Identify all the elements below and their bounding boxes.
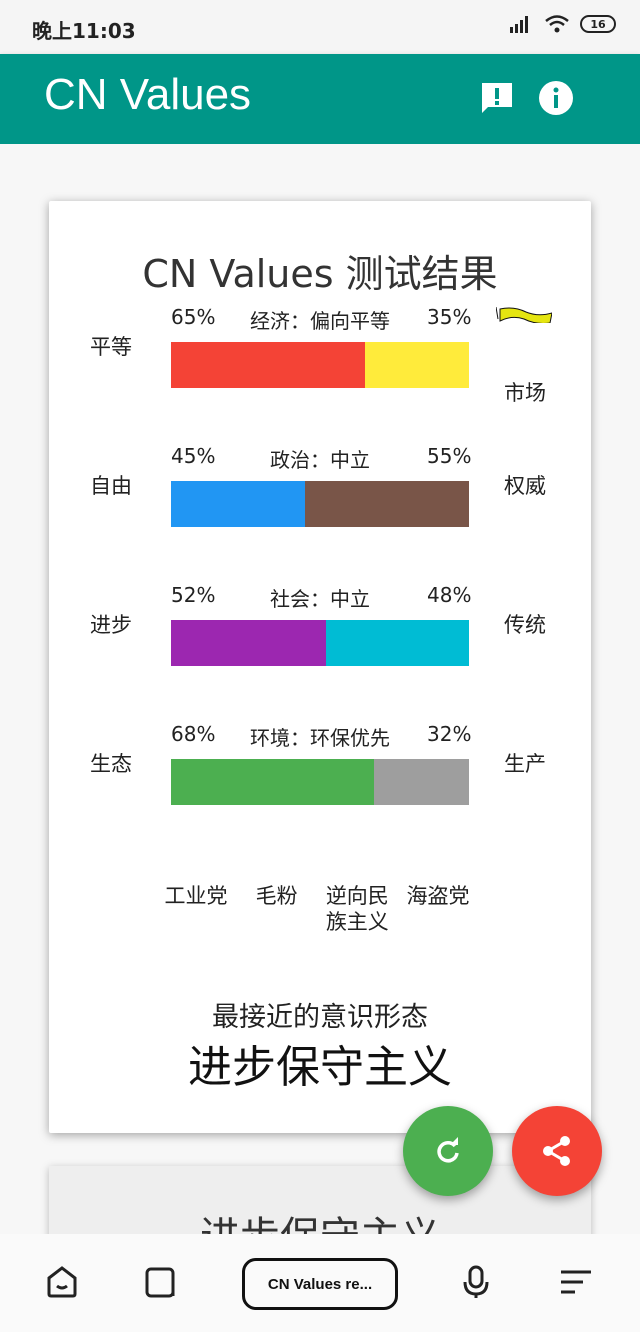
- axis-bar-left-segment: [171, 481, 306, 527]
- ideology-item: 逆向民族主义: [325, 884, 389, 934]
- axis-left-label: 进步: [90, 613, 132, 637]
- result-card: CN Values 测试结果 平等 市场 65% 经济：偏向平等 35% 自由 …: [49, 201, 591, 1133]
- axis-bar-right-segment: [305, 481, 469, 527]
- status-bar: 晚上11:03 16: [0, 0, 640, 54]
- axis-left-percent: 65%: [171, 305, 216, 329]
- axis-bar-left-segment: [171, 342, 365, 388]
- axis-label: 环境：环保优先: [250, 726, 390, 750]
- ideology-list: 工业党 毛粉 逆向民族主义 海盗党: [157, 883, 477, 935]
- closest-ideology-value: 进步保守主义: [188, 1042, 452, 1093]
- current-tab-label: CN Values re...: [267, 1275, 373, 1293]
- app-bar: CN Values: [0, 54, 640, 144]
- info-icon[interactable]: [538, 80, 574, 116]
- ideology-item: 工业党: [164, 884, 228, 908]
- axis-bar: [171, 481, 469, 527]
- share-button[interactable]: [512, 1106, 602, 1196]
- axis-right-label: 市场: [504, 381, 546, 405]
- status-icons: 16: [508, 14, 616, 34]
- battery-level: 16: [590, 17, 606, 31]
- feedback-icon[interactable]: [479, 80, 515, 116]
- bottom-nav: CN Values re...: [0, 1234, 640, 1332]
- ideology-item: 海盗党: [406, 884, 470, 908]
- axis-right-percent: 55%: [427, 444, 472, 468]
- axis-economic: 平等 市场 65% 经济：偏向平等 35%: [49, 305, 591, 425]
- result-title: CN Values 测试结果: [142, 252, 498, 296]
- axis-political: 自由 权威 45% 政治：中立 55%: [49, 444, 591, 564]
- ideology-detail-title: 进步保守主义: [49, 1204, 591, 1234]
- axis-left-label: 平等: [90, 335, 132, 359]
- axis-left-percent: 68%: [171, 722, 216, 746]
- share-icon: [543, 1136, 570, 1166]
- axis-bar: [171, 620, 469, 666]
- app-title: CN Values: [44, 70, 252, 119]
- axis-right-label: 传统: [504, 613, 546, 637]
- axis-left-label: 生态: [90, 752, 132, 776]
- ideology-detail-card[interactable]: 进步保守主义: [49, 1166, 591, 1234]
- axis-right-percent: 32%: [427, 722, 472, 746]
- tabs-icon[interactable]: [143, 1264, 179, 1300]
- axis-right-label: 权威: [504, 474, 546, 498]
- microphone-icon[interactable]: [458, 1264, 494, 1300]
- signal-icon: [510, 16, 528, 33]
- home-icon[interactable]: [44, 1264, 80, 1300]
- axis-bar-right-segment: [373, 759, 469, 805]
- battery-icon: 16: [580, 15, 616, 33]
- axis-label: 经济：偏向平等: [250, 309, 390, 333]
- axis-left-percent: 52%: [171, 583, 216, 607]
- refresh-icon: [437, 1137, 459, 1163]
- axis-environment: 生态 生产 68% 环境：环保优先 32%: [49, 722, 591, 842]
- axis-label: 政治：中立: [270, 448, 370, 472]
- axis-bar-right-segment: [364, 342, 469, 388]
- axis-right-percent: 48%: [427, 583, 472, 607]
- axis-label: 社会：中立: [270, 587, 370, 611]
- axis-bar: [171, 759, 469, 805]
- closest-ideology-label: 最接近的意识形态: [212, 1002, 428, 1033]
- current-tab-pill[interactable]: CN Values re...: [242, 1258, 398, 1310]
- axis-left-label: 自由: [90, 474, 132, 498]
- content-area: CN Values 测试结果 平等 市场 65% 经济：偏向平等 35% 自由 …: [0, 144, 640, 1234]
- axis-bar: [171, 342, 469, 388]
- axis-left-percent: 45%: [171, 444, 216, 468]
- axis-social: 进步 传统 52% 社会：中立 48%: [49, 583, 591, 703]
- ideology-item: 毛粉: [255, 884, 298, 908]
- menu-icon[interactable]: [558, 1264, 594, 1300]
- axis-bar-left-segment: [171, 620, 326, 666]
- axis-bar-right-segment: [325, 620, 469, 666]
- axis-right-percent: 35%: [427, 305, 472, 329]
- status-time: 晚上11:03: [32, 19, 136, 43]
- wifi-icon: [545, 15, 569, 33]
- refresh-button[interactable]: [403, 1106, 493, 1196]
- axis-right-label: 生产: [504, 752, 546, 776]
- axis-bar-left-segment: [171, 759, 374, 805]
